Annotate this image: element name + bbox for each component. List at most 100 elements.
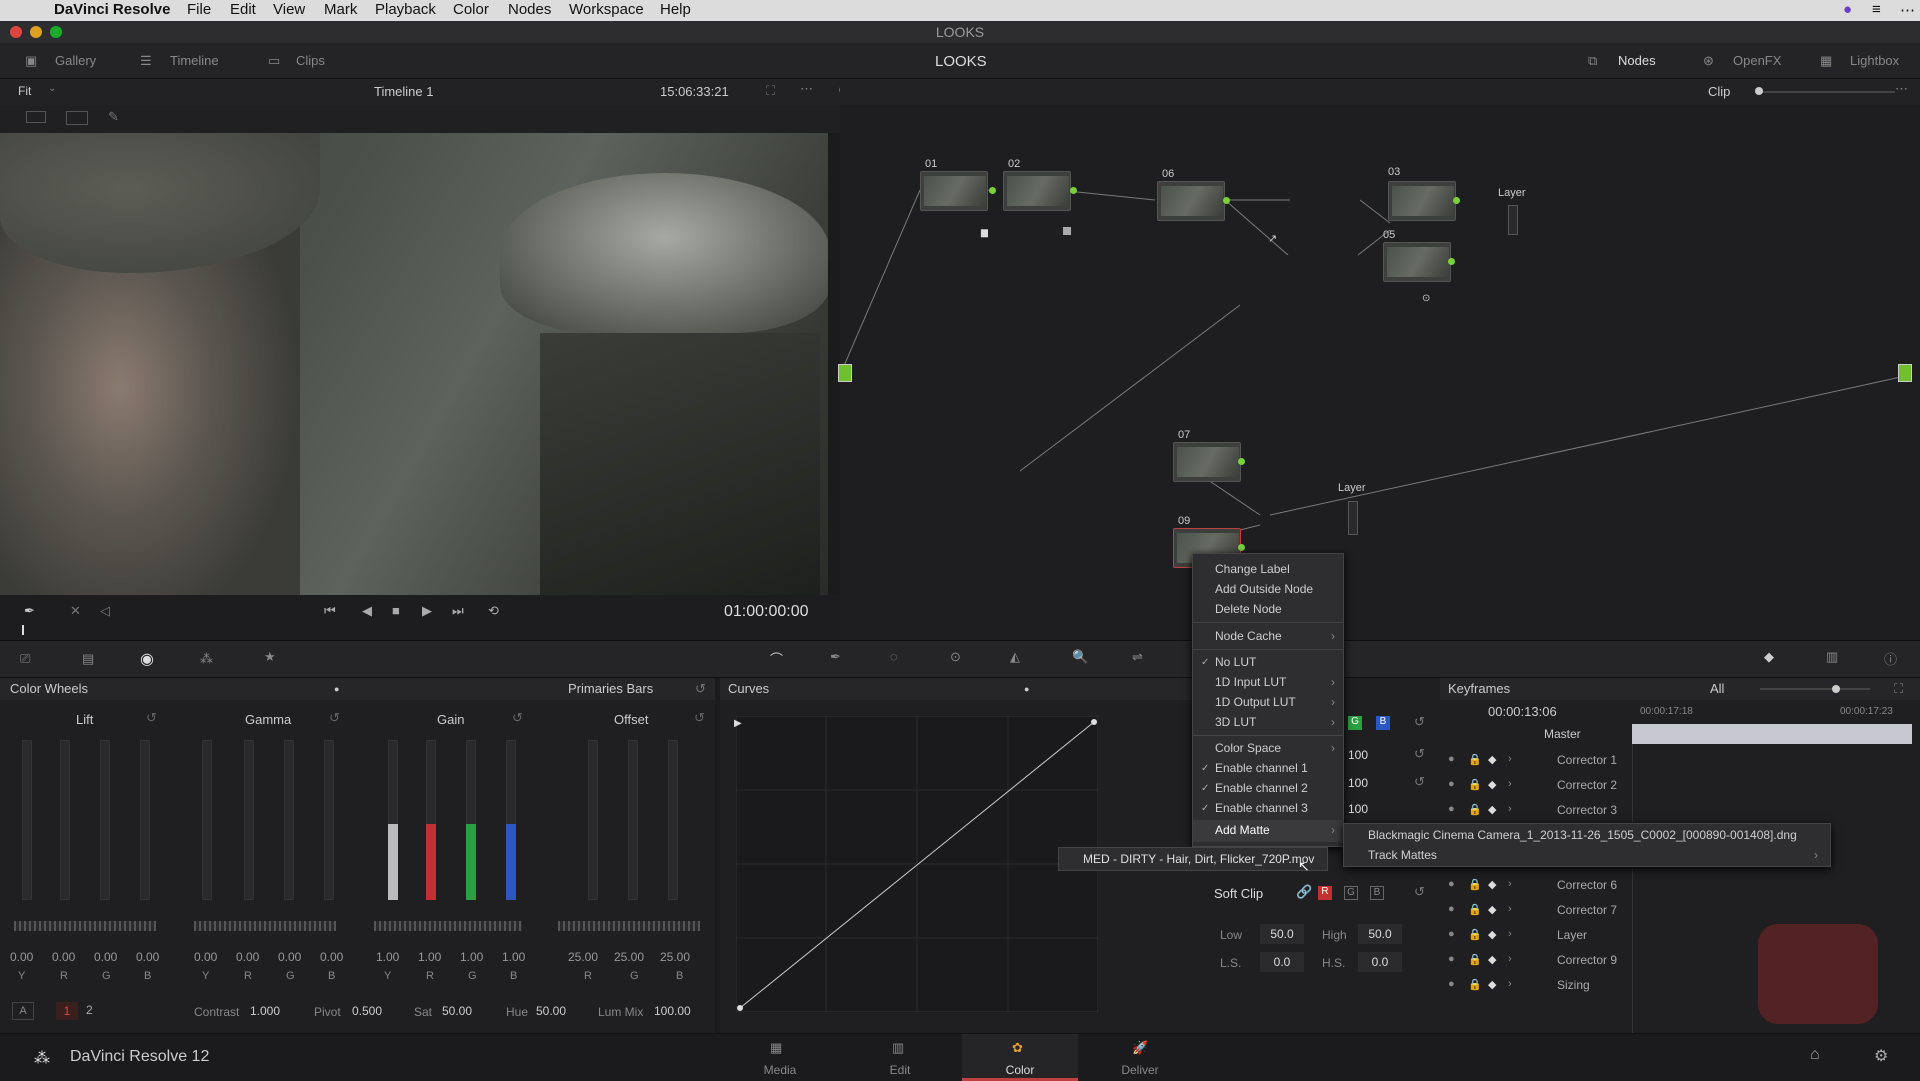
offset-master-wheel[interactable] xyxy=(558,921,700,931)
offset-b-value[interactable]: 25.00 xyxy=(660,950,690,964)
contrast-value[interactable]: 1.000 xyxy=(250,1004,280,1018)
green-channel-toggle[interactable]: G xyxy=(1348,716,1362,730)
gamma-b-bar[interactable] xyxy=(324,740,334,900)
lock-icon[interactable]: 🔒 xyxy=(1468,928,1482,941)
split-icon[interactable] xyxy=(26,111,46,123)
keyframe-filter-dropdown[interactable]: All xyxy=(1710,678,1724,700)
tab-media[interactable]: ▦ Media xyxy=(730,1034,830,1081)
menu-playback[interactable]: Playback xyxy=(375,1,436,18)
lift-r-value[interactable]: 0.00 xyxy=(52,950,75,964)
menu-color[interactable]: Color xyxy=(453,1,489,18)
menu-enable-channel-3[interactable]: Enable channel 3 xyxy=(1215,801,1308,815)
lock-icon[interactable]: 🔒 xyxy=(1468,878,1482,891)
color-match-icon[interactable]: ▤ xyxy=(82,651,94,667)
menu-edit[interactable]: Edit xyxy=(230,1,256,18)
info-icon[interactable]: ⓘ xyxy=(1884,649,1897,668)
menu-no-lut[interactable]: No LUT xyxy=(1215,655,1256,669)
home-icon[interactable]: ⌂ xyxy=(1810,1046,1820,1064)
nodes-icon[interactable]: ⧉ xyxy=(1588,53,1597,69)
status-icon[interactable]: ● xyxy=(1843,1,1852,18)
keyframe-row-master[interactable]: Master xyxy=(1440,722,1920,747)
zoom-window-button[interactable] xyxy=(50,26,62,38)
expand-chevron-icon[interactable]: › xyxy=(1508,878,1512,890)
menu-node-cache[interactable]: Node Cache xyxy=(1215,629,1282,643)
expand-chevron-icon[interactable]: › xyxy=(1508,803,1512,815)
menu-file[interactable]: File xyxy=(187,1,211,18)
keyframe-row[interactable]: ● 🔒 ◆ › Corrector 1 xyxy=(1440,748,1920,773)
reverse-play-icon[interactable]: ◀ xyxy=(362,603,372,619)
diamond-icon[interactable]: ◆ xyxy=(1488,803,1496,816)
auto-balance-button[interactable]: A xyxy=(12,1002,34,1020)
keyframe-row[interactable]: ● 🔒 ◆ › Corrector 2 xyxy=(1440,773,1920,798)
reset-all-icon[interactable]: ↺ xyxy=(695,678,706,700)
gain-b-value[interactable]: 1.00 xyxy=(502,950,525,964)
expand-chevron-icon[interactable]: › xyxy=(1508,753,1512,765)
output-port[interactable] xyxy=(1898,364,1912,382)
menu-color-space[interactable]: Color Space xyxy=(1215,741,1281,755)
curve-play-icon[interactable]: ▶ xyxy=(734,718,742,729)
gamma-r-value[interactable]: 0.00 xyxy=(236,950,259,964)
menu-view[interactable]: View xyxy=(273,1,305,18)
menu-help[interactable]: Help xyxy=(660,1,691,18)
node-06[interactable] xyxy=(1157,181,1225,221)
green-softclip-toggle[interactable]: G xyxy=(1344,886,1358,900)
menu-add-outside-node[interactable]: Add Outside Node xyxy=(1215,582,1313,596)
motion-effects-icon[interactable]: ★ xyxy=(264,649,276,665)
enable-dot-icon[interactable]: ● xyxy=(1448,753,1455,765)
lift-b-bar[interactable] xyxy=(140,740,150,900)
audio-icon[interactable]: ◁ xyxy=(100,603,110,619)
menu-extras-icon[interactable]: ⋯ xyxy=(1900,1,1915,19)
expand-chevron-icon[interactable]: › xyxy=(1508,978,1512,990)
gain-r-value[interactable]: 1.00 xyxy=(418,950,441,964)
node-output-dot[interactable] xyxy=(1223,197,1230,204)
enable-dot-icon[interactable]: ● xyxy=(1448,953,1455,965)
layer-mixer-node[interactable] xyxy=(1508,205,1518,235)
hs-value[interactable]: 0.0 xyxy=(1358,952,1402,972)
pivot-value[interactable]: 0.500 xyxy=(352,1004,382,1018)
nodes-button[interactable]: Nodes xyxy=(1618,53,1656,68)
node-output-dot[interactable] xyxy=(1070,187,1077,194)
track-mattes-item[interactable]: Track Mattes xyxy=(1368,848,1437,862)
node-output-dot[interactable] xyxy=(1448,258,1455,265)
keyframes-tool-icon[interactable]: ◆ xyxy=(1764,649,1774,665)
node-05[interactable] xyxy=(1383,242,1451,282)
control-center-icon[interactable]: ≡ xyxy=(1872,1,1881,18)
keyframe-row[interactable]: ● 🔒 ◆ › Corrector 7 xyxy=(1440,898,1920,923)
gain-g-value[interactable]: 1.00 xyxy=(460,950,483,964)
high-value[interactable]: 50.0 xyxy=(1358,924,1402,944)
lift-g-bar[interactable] xyxy=(100,740,110,900)
close-window-button[interactable] xyxy=(10,26,22,38)
gallery-button[interactable]: Gallery xyxy=(55,53,96,68)
diamond-icon[interactable]: ◆ xyxy=(1488,953,1496,966)
hue-value[interactable]: 50.00 xyxy=(536,1004,566,1018)
menu-1d-output-lut[interactable]: 1D Output LUT xyxy=(1215,695,1296,709)
timeline-button[interactable]: Timeline xyxy=(170,53,219,68)
menu-enable-channel-1[interactable]: Enable channel 1 xyxy=(1215,761,1308,775)
node-output-dot[interactable] xyxy=(1238,458,1245,465)
enable-dot-icon[interactable]: ● xyxy=(1448,903,1455,915)
scopes-icon[interactable]: ▥ xyxy=(1826,649,1838,665)
camera-raw-icon[interactable]: ⎚ xyxy=(20,651,30,667)
eyedropper-icon[interactable]: ✒ xyxy=(24,603,35,619)
window-icon[interactable]: ◌ xyxy=(890,649,898,664)
expand-icon[interactable]: ⛶ xyxy=(1894,678,1903,700)
expand-chevron-icon[interactable]: › xyxy=(1508,928,1512,940)
link-icon[interactable]: 🔗 xyxy=(1296,884,1312,900)
lift-r-bar[interactable] xyxy=(60,740,70,900)
stop-icon[interactable]: ■ xyxy=(392,603,400,618)
offset-g-bar[interactable] xyxy=(628,740,638,900)
reset-softclip-icon[interactable]: ↺ xyxy=(1414,884,1425,900)
diamond-icon[interactable]: ◆ xyxy=(1488,778,1496,791)
tab-edit[interactable]: ▥ Edit xyxy=(850,1034,950,1081)
low-value[interactable]: 50.0 xyxy=(1260,924,1304,944)
offset-r-bar[interactable] xyxy=(588,740,598,900)
wipe-icon[interactable] xyxy=(66,111,88,125)
node-graph[interactable]: 01 ▆ 02 06 ↗ 03 05 ⊙ Layer 07 Layer 09 xyxy=(838,105,1920,640)
gamma-master-wheel[interactable] xyxy=(194,921,336,931)
node-options-icon[interactable]: ⋯ xyxy=(1895,81,1908,97)
reset-icon[interactable]: ↺ xyxy=(1414,714,1425,730)
diamond-icon[interactable]: ◆ xyxy=(1488,903,1496,916)
menu-1d-input-lut[interactable]: 1D Input LUT xyxy=(1215,675,1286,689)
node-01[interactable] xyxy=(920,171,988,211)
curves-icon[interactable]: ⌒ xyxy=(770,649,783,668)
